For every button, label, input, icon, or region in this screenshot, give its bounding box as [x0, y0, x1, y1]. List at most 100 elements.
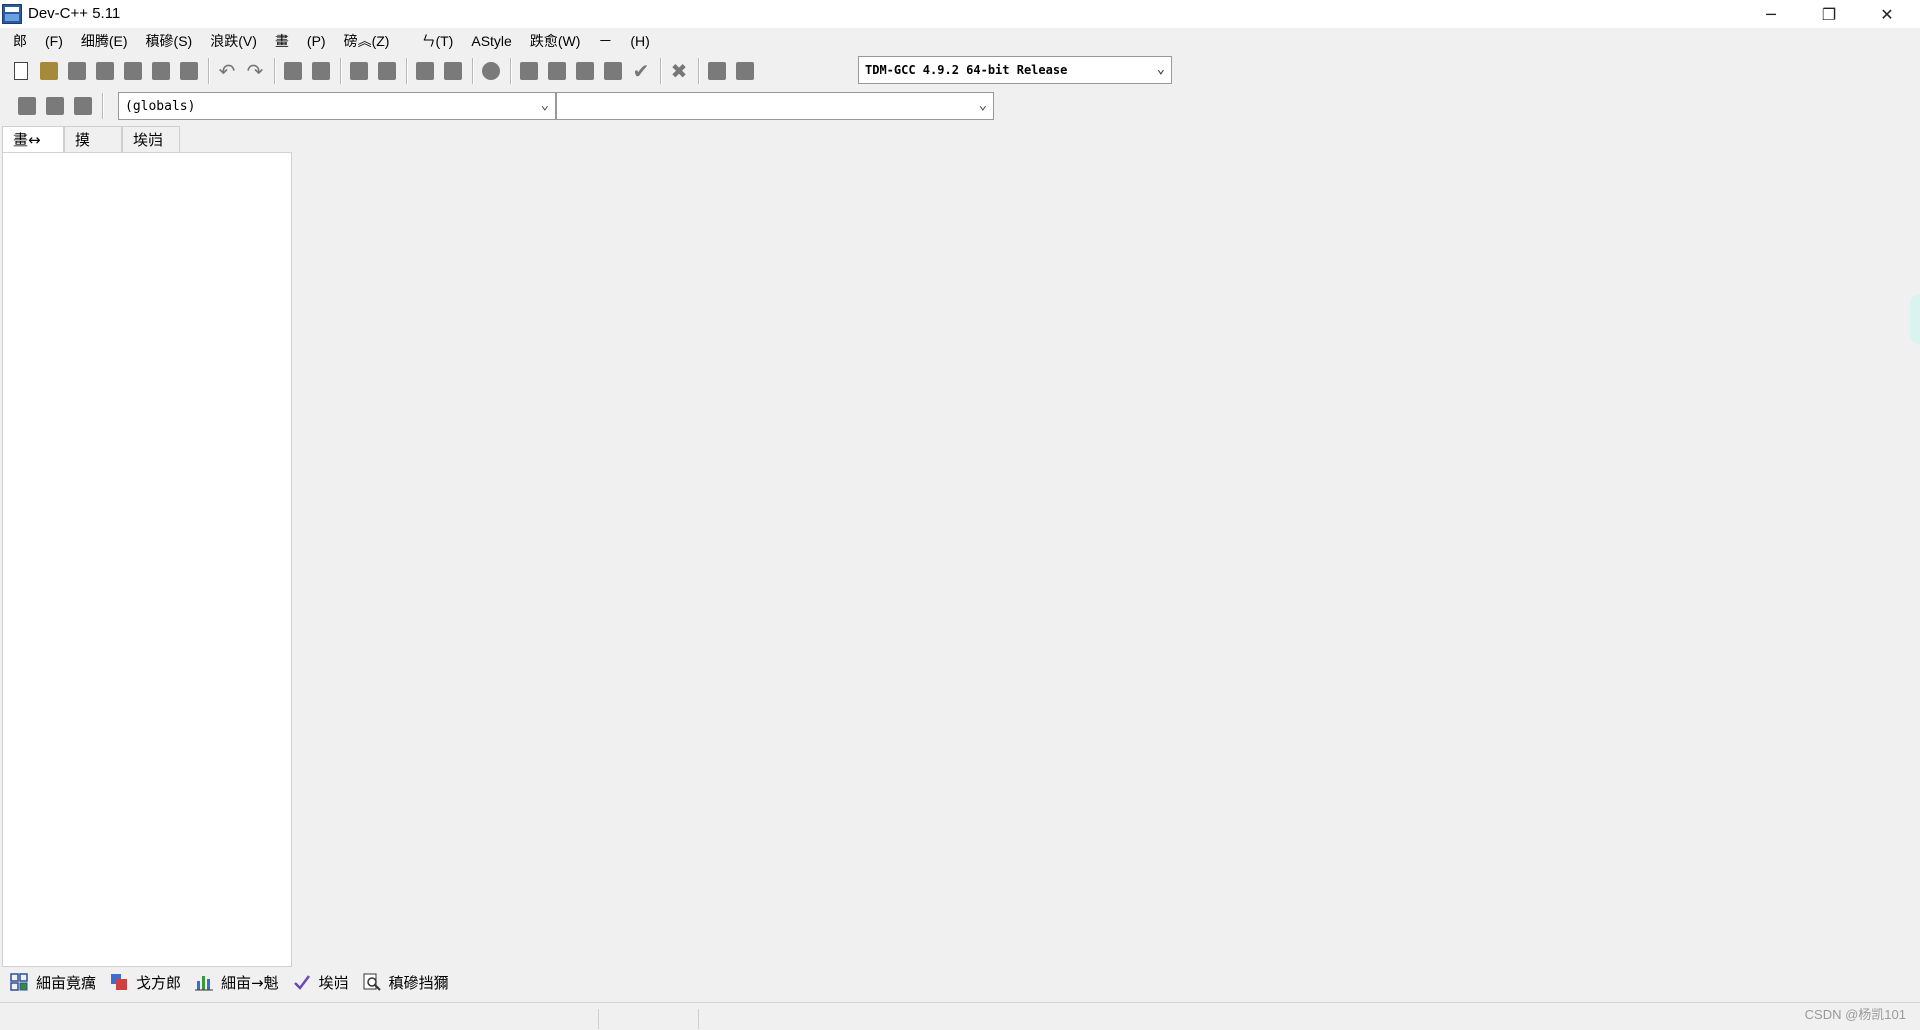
menu-project[interactable]: (P) — [298, 33, 335, 49]
toggle-bookmark-button[interactable] — [42, 93, 68, 119]
menu-view[interactable]: 浪跌(V) — [201, 31, 266, 51]
toggle-bookmark-icon — [46, 97, 64, 115]
indent-button[interactable] — [412, 58, 438, 84]
toolbar-separator — [274, 58, 276, 84]
toolbar-separator — [102, 93, 104, 119]
replace-button[interactable] — [308, 58, 334, 84]
delete-profile-icon — [736, 62, 754, 80]
tab-resources[interactable]: 戈方郎 — [106, 970, 191, 994]
stop-icon: ✖ — [670, 59, 688, 83]
syntax-check-button[interactable]: ✔ — [628, 58, 654, 84]
menu-tools[interactable]: ㄣ(T) — [412, 31, 462, 51]
compiler-select[interactable]: TDM-GCC 4.9.2 64-bit Release ⌄ — [858, 56, 1172, 84]
goto-bookmark-button[interactable] — [70, 93, 96, 119]
bookmark-icon — [482, 62, 500, 80]
menu-project-icon[interactable]: 畫 — [266, 31, 298, 51]
save-all-button[interactable] — [92, 58, 118, 84]
undo-icon: ↶ — [218, 59, 236, 83]
close-file-icon — [124, 62, 142, 80]
print-button[interactable] — [176, 58, 202, 84]
profile-icon — [708, 62, 726, 80]
resources-icon — [111, 974, 128, 990]
tab-classes[interactable]: 摸 — [64, 126, 122, 152]
run-button[interactable] — [544, 58, 570, 84]
menu-astyle[interactable]: AStyle — [462, 33, 520, 49]
open-icon — [40, 62, 58, 80]
menu-edit[interactable]: 细腾(E) — [72, 31, 137, 51]
goto-line-button[interactable] — [374, 58, 400, 84]
minimize-button[interactable]: ─ — [1742, 0, 1800, 28]
grid-icon — [10, 973, 28, 991]
restore-button[interactable]: ❐ — [1800, 0, 1858, 28]
menu-separator-glyph[interactable]: － — [589, 31, 621, 51]
undo-button[interactable]: ↶ — [214, 58, 240, 84]
close-all-button[interactable] — [148, 58, 174, 84]
tab-find-results-label: 稹磣挡獮 — [388, 973, 449, 992]
compile-run-button[interactable] — [572, 58, 598, 84]
chevron-down-icon: ⌄ — [978, 97, 987, 113]
search-icon — [363, 973, 381, 991]
tab-project[interactable]: 畫↔ — [2, 126, 64, 152]
tab-resources-label: 戈方郎 — [136, 973, 182, 992]
window-title: Dev-C++ 5.11 — [28, 5, 121, 22]
toolbar-separator — [660, 58, 662, 84]
new-file-button[interactable] — [8, 58, 34, 84]
goto-line-icon — [378, 62, 396, 80]
compile-icon — [520, 62, 538, 80]
goto-bookmark-icon — [74, 97, 92, 115]
redo-button[interactable]: ↷ — [242, 58, 268, 84]
member-select[interactable]: ⌄ — [556, 92, 994, 120]
bookmark-button[interactable] — [478, 58, 504, 84]
tab-debug-output-label: 埃岿 — [318, 973, 349, 992]
toolbar-separator — [340, 58, 342, 84]
tab-find-results[interactable]: 稹磣挡獮 — [359, 970, 459, 994]
delete-profile-button[interactable] — [732, 58, 758, 84]
profile-button[interactable] — [704, 58, 730, 84]
find-next-button[interactable] — [346, 58, 372, 84]
toolbar-separator — [406, 58, 408, 84]
menu-execute[interactable]: 磅︽(Z) — [335, 31, 399, 51]
check-icon: ✔ — [632, 59, 650, 83]
status-bar — [0, 1002, 1920, 1030]
tab-debug[interactable]: 埃岿 — [122, 126, 180, 152]
close-all-icon — [152, 62, 170, 80]
menu-help[interactable]: (H) — [621, 33, 658, 49]
menu-window[interactable]: 跌愈(W) — [521, 31, 590, 51]
find-button[interactable] — [280, 58, 306, 84]
project-browser-panel — [2, 152, 292, 967]
toolbar-separator — [698, 58, 700, 84]
close-file-button[interactable] — [120, 58, 146, 84]
toolbar-separator — [472, 58, 474, 84]
rebuild-all-icon — [604, 62, 622, 80]
new-file-icon — [14, 62, 28, 80]
tab-compile-log[interactable]: 細亩→魁 — [191, 970, 289, 994]
replace-icon — [312, 62, 330, 80]
save-button[interactable] — [64, 58, 90, 84]
find-next-icon — [350, 62, 368, 80]
stop-button[interactable]: ✖ — [666, 58, 692, 84]
close-button[interactable]: ✕ — [1858, 0, 1916, 28]
menu-bar: 郎 (F) 细腾(E) 稹磣(S) 浪跌(V) 畫 (P) 磅︽(Z) ㄣ(T)… — [0, 30, 659, 52]
compile-button[interactable] — [516, 58, 542, 84]
compile-run-icon — [576, 62, 594, 80]
menu-search[interactable]: 稹磣(S) — [137, 31, 202, 51]
insert-icon — [18, 97, 36, 115]
save-all-icon — [96, 62, 114, 80]
print-icon — [180, 62, 198, 80]
secondary-toolbar — [14, 92, 108, 120]
menu-file[interactable]: (F) — [36, 33, 72, 49]
title-bar: Dev-C++ 5.11 ─ ❐ ✕ — [0, 0, 1920, 28]
devcpp-app-icon — [2, 4, 22, 24]
tab-compiler[interactable]: 細亩竟癘 — [6, 970, 106, 994]
check-icon — [293, 975, 310, 990]
save-icon — [68, 62, 86, 80]
rebuild-all-button[interactable] — [600, 58, 626, 84]
class-scope-select[interactable]: (globals) ⌄ — [118, 92, 556, 120]
tab-debug-output[interactable]: 埃岿 — [289, 970, 359, 994]
insert-button[interactable] — [14, 93, 40, 119]
open-button[interactable] — [36, 58, 62, 84]
unindent-button[interactable] — [440, 58, 466, 84]
tab-compiler-label: 細亩竟癘 — [36, 973, 97, 992]
toolbar-separator — [208, 58, 210, 84]
menu-file-icon[interactable]: 郎 — [4, 31, 36, 51]
